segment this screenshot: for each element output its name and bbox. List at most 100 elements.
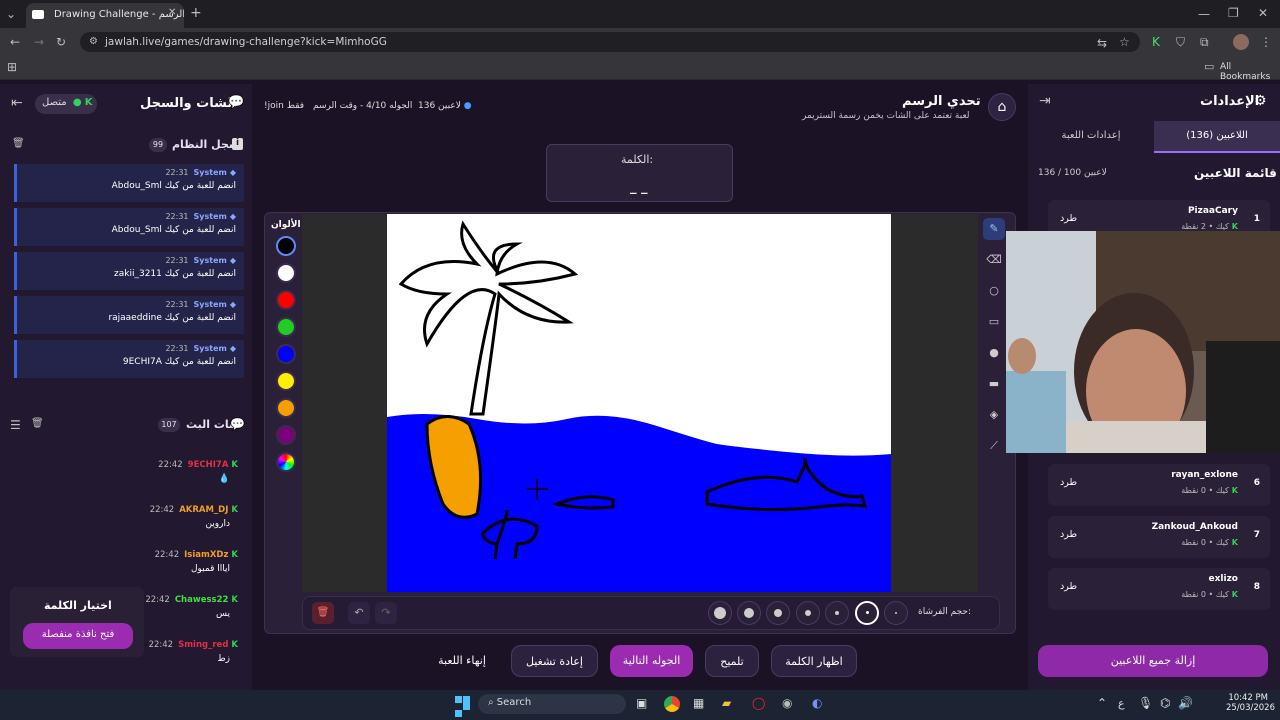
brush-size-option[interactable] (884, 601, 908, 625)
tab-list-chevron-icon[interactable]: ⌄ (6, 8, 16, 20)
profile-avatar[interactable] (1233, 34, 1249, 50)
app-taskbar-icon[interactable]: ▦ (693, 697, 704, 709)
filled-rectangle-tool-icon[interactable]: ▬ (983, 373, 1005, 395)
line-tool-icon[interactable]: ⟋ (983, 435, 1005, 457)
brush-size-option[interactable] (708, 601, 732, 625)
browser-menu-icon[interactable]: ⋮ (1260, 36, 1272, 48)
choose-word-title: اختيار الكلمة (44, 599, 112, 612)
chat-message-text: 💧 (218, 474, 230, 484)
redo-icon[interactable]: ↷ (375, 602, 397, 624)
extensions-icon[interactable]: ⧉ (1200, 36, 1209, 48)
apps-grid-icon[interactable]: ⊞ (7, 61, 17, 73)
site-info-icon[interactable]: ⚙ (89, 37, 98, 47)
maximize-icon[interactable]: ❐ (1228, 7, 1239, 19)
microphone-icon[interactable]: 🎙 (1138, 697, 1153, 709)
chat-username[interactable]: Chawess22 (175, 595, 229, 605)
all-bookmarks-label[interactable]: All Bookmarks (1220, 62, 1280, 82)
system-message: 22:31 System ◆ zakii_3211 انضم للعبة من كيك (14, 252, 244, 290)
custom-color-picker-icon[interactable] (276, 452, 296, 472)
color-swatch[interactable] (276, 344, 296, 364)
hint-button[interactable]: تلميح (705, 645, 759, 677)
brush-size-option[interactable] (737, 601, 761, 625)
volume-icon[interactable]: 🔊 (1178, 697, 1193, 709)
color-swatch[interactable] (276, 398, 296, 418)
color-swatch[interactable] (276, 290, 296, 310)
system-badge-icon: ◆ (229, 300, 236, 309)
kick-extension-icon[interactable]: K (1152, 36, 1160, 48)
chat-username[interactable]: Sming_red (178, 640, 228, 650)
collapse-chat-icon[interactable]: ⇤ (11, 96, 23, 110)
color-swatch[interactable] (276, 371, 296, 391)
clear-canvas-trash-icon[interactable]: 🗑 (312, 602, 334, 624)
show-word-button[interactable]: اظهار الكلمة (771, 645, 857, 677)
minimize-icon[interactable]: — (1198, 8, 1210, 20)
drawing-canvas[interactable] (387, 214, 891, 592)
bookmark-star-icon[interactable]: ☆ (1119, 36, 1130, 48)
end-game-button[interactable]: إنهاء اللعبة (426, 645, 498, 677)
player-meta: كيك • 0 نقطة K (1181, 538, 1238, 547)
windows-start-icon[interactable] (455, 696, 471, 717)
eraser-tool-icon[interactable]: ⌫ (983, 249, 1005, 271)
player-meta: كيك • 2 نقطة K (1181, 222, 1238, 231)
open-separate-window-button[interactable]: فتح نافذة منفصلة (23, 623, 133, 649)
tab-game-settings[interactable]: إعدادات اللعبة (1028, 121, 1154, 153)
next-round-button[interactable]: الجوله التالية (610, 645, 693, 677)
file-explorer-icon[interactable]: ▰ (722, 697, 731, 709)
kick-player-button[interactable]: طرد (1060, 477, 1077, 488)
network-icon[interactable]: ⌬ (1160, 697, 1170, 709)
taskbar-search[interactable]: ⌕ Search (478, 694, 626, 714)
browser-tab[interactable]: Drawing Challenge - تحدي الرسم (26, 3, 184, 28)
reload-icon[interactable]: ↻ (56, 36, 66, 48)
restart-button[interactable]: إعادة تشغيل (511, 645, 598, 677)
remove-all-players-button[interactable]: إزالة جميع اللاعبين (1038, 645, 1268, 677)
brush-size-option-selected[interactable] (855, 601, 879, 625)
chat-filter-icon[interactable]: ☰ (10, 419, 21, 431)
steam-icon[interactable]: ◉ (782, 697, 792, 709)
rectangle-tool-icon[interactable]: ▭ (983, 311, 1005, 333)
system-message-text: Abdou_Sml انضم للعبة من كيك (111, 225, 236, 235)
chrome-taskbar-icon[interactable] (664, 696, 680, 712)
task-view-icon[interactable]: ▣ (636, 697, 647, 709)
shield-extension-icon[interactable]: ⛉ (1176, 36, 1185, 48)
url-bar[interactable]: jawlah.live/games/drawing-challenge?kick… (80, 32, 1140, 52)
filled-circle-tool-icon[interactable]: ● (983, 342, 1005, 364)
clock[interactable]: 10:42 PM 25/03/2026 (1226, 693, 1275, 713)
kick-player-button[interactable]: طرد (1060, 213, 1077, 224)
discord-icon[interactable]: ◐ (812, 697, 822, 709)
kick-player-button[interactable]: طرد (1060, 581, 1077, 592)
tab-players[interactable]: اللاعبين (136) (1154, 121, 1280, 153)
bookmarks-bar (0, 56, 1280, 80)
chat-username[interactable]: IsiamXDz (184, 550, 228, 560)
window-close-icon[interactable]: ✕ (1258, 7, 1268, 19)
pen-tool-icon[interactable]: ✎ (983, 218, 1005, 240)
opera-icon[interactable]: ◯ (752, 697, 765, 709)
color-swatch[interactable] (276, 425, 296, 445)
collapse-settings-icon[interactable]: ⇥ (1039, 94, 1051, 108)
color-swatch[interactable] (276, 317, 296, 337)
kick-player-button[interactable]: طرد (1060, 529, 1077, 540)
clear-log-trash-icon[interactable]: 🗑 (12, 139, 25, 149)
fill-bucket-tool-icon[interactable]: ◈ (983, 404, 1005, 426)
brush-size-option[interactable] (766, 601, 790, 625)
color-swatch[interactable] (276, 236, 296, 256)
brush-size-option[interactable] (825, 601, 849, 625)
chat-message-header: 22:42 9ECHI7A K (0, 460, 238, 470)
tab-close-icon[interactable]: ✕ (168, 8, 176, 18)
streamer-shirt (1066, 421, 1206, 453)
chat-panel-title: الشات والسجل (140, 96, 237, 111)
chat-username[interactable]: 9ECHI7A (188, 460, 229, 470)
circle-tool-icon[interactable]: ○ (983, 280, 1005, 302)
new-tab-icon[interactable]: + (190, 6, 202, 20)
back-icon[interactable]: ← (10, 36, 20, 48)
color-swatch[interactable] (276, 263, 296, 283)
chat-username[interactable]: AKRAM_DJ (179, 505, 228, 515)
undo-icon[interactable]: ↶ (348, 602, 370, 624)
brush-size-option[interactable] (796, 601, 820, 625)
language-indicator[interactable]: ع (1118, 697, 1125, 710)
translate-icon[interactable]: ⇆ (1097, 37, 1107, 49)
home-icon[interactable]: ⌂ (988, 93, 1016, 121)
clear-chat-trash-icon[interactable]: 🗑 (31, 419, 44, 429)
tray-overflow-icon[interactable]: ⌃ (1097, 697, 1107, 709)
forward-icon[interactable]: → (34, 36, 44, 48)
player-meta-text: كيك • 2 نقطة (1181, 222, 1229, 231)
